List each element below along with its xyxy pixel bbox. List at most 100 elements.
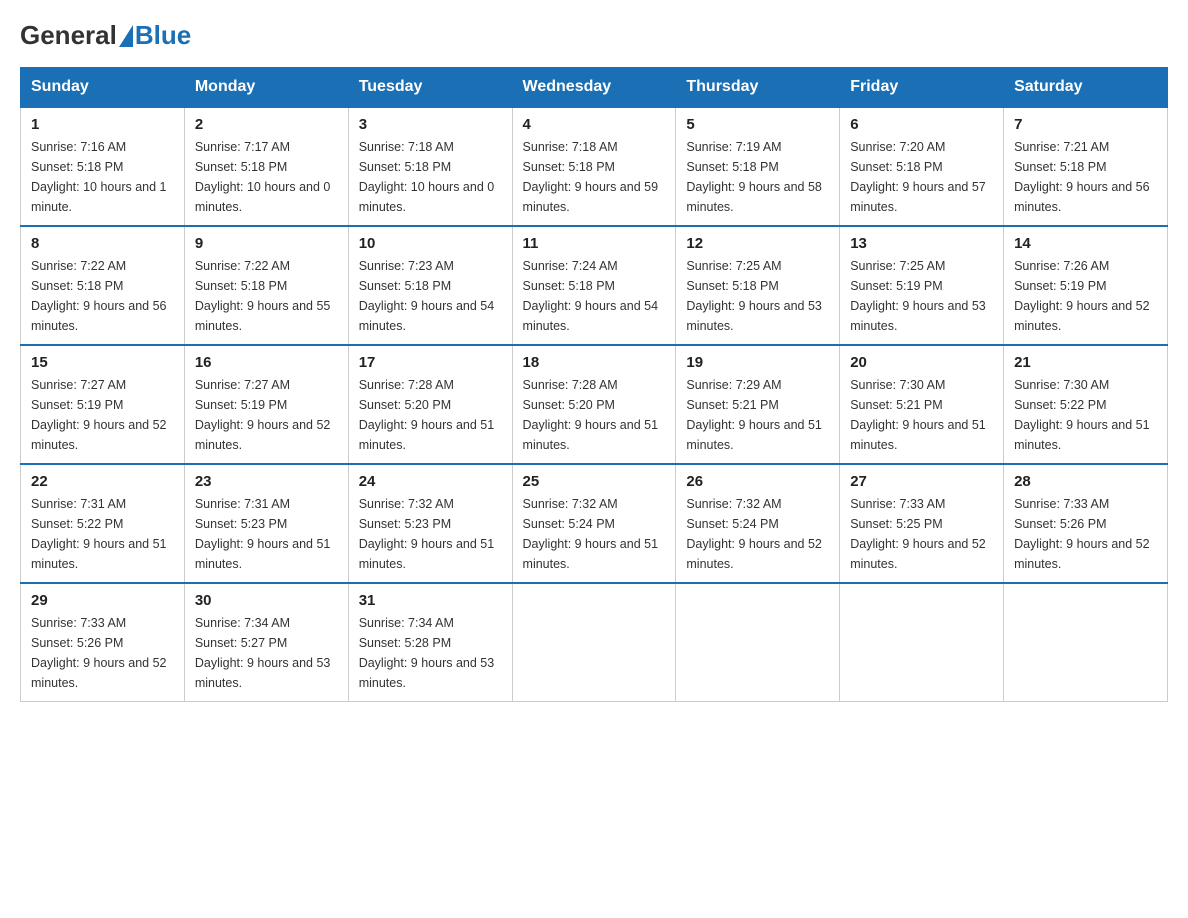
day-info: Sunrise: 7:32 AMSunset: 5:23 PMDaylight:… [359, 494, 502, 574]
calendar-cell: 26 Sunrise: 7:32 AMSunset: 5:24 PMDaylig… [676, 464, 840, 583]
week-row-5: 29 Sunrise: 7:33 AMSunset: 5:26 PMDaylig… [21, 583, 1168, 702]
day-info: Sunrise: 7:23 AMSunset: 5:18 PMDaylight:… [359, 256, 502, 336]
calendar-cell [1004, 583, 1168, 702]
calendar-cell [676, 583, 840, 702]
logo-general-text: General [20, 20, 117, 51]
day-info: Sunrise: 7:34 AMSunset: 5:27 PMDaylight:… [195, 613, 338, 693]
day-number: 14 [1014, 235, 1157, 252]
calendar-cell: 14 Sunrise: 7:26 AMSunset: 5:19 PMDaylig… [1004, 226, 1168, 345]
calendar-cell: 4 Sunrise: 7:18 AMSunset: 5:18 PMDayligh… [512, 107, 676, 226]
week-row-4: 22 Sunrise: 7:31 AMSunset: 5:22 PMDaylig… [21, 464, 1168, 583]
day-number: 3 [359, 116, 502, 133]
weekday-header-row: SundayMondayTuesdayWednesdayThursdayFrid… [21, 68, 1168, 108]
day-number: 5 [686, 116, 829, 133]
weekday-header-monday: Monday [184, 68, 348, 108]
day-number: 13 [850, 235, 993, 252]
day-number: 23 [195, 473, 338, 490]
calendar-cell: 5 Sunrise: 7:19 AMSunset: 5:18 PMDayligh… [676, 107, 840, 226]
day-info: Sunrise: 7:31 AMSunset: 5:22 PMDaylight:… [31, 494, 174, 574]
logo-triangle-icon [119, 25, 133, 47]
calendar-cell: 30 Sunrise: 7:34 AMSunset: 5:27 PMDaylig… [184, 583, 348, 702]
day-info: Sunrise: 7:24 AMSunset: 5:18 PMDaylight:… [523, 256, 666, 336]
day-info: Sunrise: 7:30 AMSunset: 5:21 PMDaylight:… [850, 375, 993, 455]
day-info: Sunrise: 7:18 AMSunset: 5:18 PMDaylight:… [359, 137, 502, 217]
day-number: 19 [686, 354, 829, 371]
logo-blue-text: Blue [135, 20, 191, 51]
day-number: 11 [523, 235, 666, 252]
calendar-cell: 18 Sunrise: 7:28 AMSunset: 5:20 PMDaylig… [512, 345, 676, 464]
calendar-cell: 20 Sunrise: 7:30 AMSunset: 5:21 PMDaylig… [840, 345, 1004, 464]
calendar-cell: 13 Sunrise: 7:25 AMSunset: 5:19 PMDaylig… [840, 226, 1004, 345]
day-number: 31 [359, 592, 502, 609]
day-info: Sunrise: 7:31 AMSunset: 5:23 PMDaylight:… [195, 494, 338, 574]
calendar-table: SundayMondayTuesdayWednesdayThursdayFrid… [20, 67, 1168, 702]
day-number: 25 [523, 473, 666, 490]
day-info: Sunrise: 7:25 AMSunset: 5:18 PMDaylight:… [686, 256, 829, 336]
calendar-cell: 6 Sunrise: 7:20 AMSunset: 5:18 PMDayligh… [840, 107, 1004, 226]
day-info: Sunrise: 7:16 AMSunset: 5:18 PMDaylight:… [31, 137, 174, 217]
day-info: Sunrise: 7:33 AMSunset: 5:26 PMDaylight:… [31, 613, 174, 693]
day-info: Sunrise: 7:26 AMSunset: 5:19 PMDaylight:… [1014, 256, 1157, 336]
day-info: Sunrise: 7:32 AMSunset: 5:24 PMDaylight:… [686, 494, 829, 574]
day-number: 12 [686, 235, 829, 252]
day-info: Sunrise: 7:34 AMSunset: 5:28 PMDaylight:… [359, 613, 502, 693]
calendar-cell: 2 Sunrise: 7:17 AMSunset: 5:18 PMDayligh… [184, 107, 348, 226]
day-number: 26 [686, 473, 829, 490]
calendar-cell: 19 Sunrise: 7:29 AMSunset: 5:21 PMDaylig… [676, 345, 840, 464]
day-info: Sunrise: 7:32 AMSunset: 5:24 PMDaylight:… [523, 494, 666, 574]
calendar-cell: 28 Sunrise: 7:33 AMSunset: 5:26 PMDaylig… [1004, 464, 1168, 583]
day-info: Sunrise: 7:28 AMSunset: 5:20 PMDaylight:… [523, 375, 666, 455]
day-info: Sunrise: 7:25 AMSunset: 5:19 PMDaylight:… [850, 256, 993, 336]
calendar-cell: 17 Sunrise: 7:28 AMSunset: 5:20 PMDaylig… [348, 345, 512, 464]
day-number: 10 [359, 235, 502, 252]
calendar-cell: 25 Sunrise: 7:32 AMSunset: 5:24 PMDaylig… [512, 464, 676, 583]
day-number: 9 [195, 235, 338, 252]
day-info: Sunrise: 7:18 AMSunset: 5:18 PMDaylight:… [523, 137, 666, 217]
calendar-cell: 15 Sunrise: 7:27 AMSunset: 5:19 PMDaylig… [21, 345, 185, 464]
calendar-cell [512, 583, 676, 702]
day-number: 21 [1014, 354, 1157, 371]
day-number: 7 [1014, 116, 1157, 133]
calendar-cell: 9 Sunrise: 7:22 AMSunset: 5:18 PMDayligh… [184, 226, 348, 345]
calendar-cell: 12 Sunrise: 7:25 AMSunset: 5:18 PMDaylig… [676, 226, 840, 345]
weekday-header-sunday: Sunday [21, 68, 185, 108]
calendar-cell: 1 Sunrise: 7:16 AMSunset: 5:18 PMDayligh… [21, 107, 185, 226]
day-number: 16 [195, 354, 338, 371]
day-number: 22 [31, 473, 174, 490]
calendar-cell: 11 Sunrise: 7:24 AMSunset: 5:18 PMDaylig… [512, 226, 676, 345]
weekday-header-tuesday: Tuesday [348, 68, 512, 108]
calendar-cell: 27 Sunrise: 7:33 AMSunset: 5:25 PMDaylig… [840, 464, 1004, 583]
weekday-header-saturday: Saturday [1004, 68, 1168, 108]
week-row-3: 15 Sunrise: 7:27 AMSunset: 5:19 PMDaylig… [21, 345, 1168, 464]
calendar-cell [840, 583, 1004, 702]
day-number: 20 [850, 354, 993, 371]
calendar-cell: 16 Sunrise: 7:27 AMSunset: 5:19 PMDaylig… [184, 345, 348, 464]
day-info: Sunrise: 7:17 AMSunset: 5:18 PMDaylight:… [195, 137, 338, 217]
day-info: Sunrise: 7:29 AMSunset: 5:21 PMDaylight:… [686, 375, 829, 455]
calendar-cell: 22 Sunrise: 7:31 AMSunset: 5:22 PMDaylig… [21, 464, 185, 583]
day-info: Sunrise: 7:22 AMSunset: 5:18 PMDaylight:… [195, 256, 338, 336]
page-header: General Blue [20, 20, 1168, 51]
day-info: Sunrise: 7:33 AMSunset: 5:26 PMDaylight:… [1014, 494, 1157, 574]
weekday-header-friday: Friday [840, 68, 1004, 108]
day-info: Sunrise: 7:19 AMSunset: 5:18 PMDaylight:… [686, 137, 829, 217]
day-info: Sunrise: 7:20 AMSunset: 5:18 PMDaylight:… [850, 137, 993, 217]
calendar-cell: 21 Sunrise: 7:30 AMSunset: 5:22 PMDaylig… [1004, 345, 1168, 464]
day-number: 4 [523, 116, 666, 133]
day-number: 24 [359, 473, 502, 490]
calendar-cell: 29 Sunrise: 7:33 AMSunset: 5:26 PMDaylig… [21, 583, 185, 702]
day-info: Sunrise: 7:30 AMSunset: 5:22 PMDaylight:… [1014, 375, 1157, 455]
calendar-cell: 10 Sunrise: 7:23 AMSunset: 5:18 PMDaylig… [348, 226, 512, 345]
weekday-header-wednesday: Wednesday [512, 68, 676, 108]
calendar-cell: 31 Sunrise: 7:34 AMSunset: 5:28 PMDaylig… [348, 583, 512, 702]
week-row-1: 1 Sunrise: 7:16 AMSunset: 5:18 PMDayligh… [21, 107, 1168, 226]
day-number: 17 [359, 354, 502, 371]
calendar-cell: 24 Sunrise: 7:32 AMSunset: 5:23 PMDaylig… [348, 464, 512, 583]
day-info: Sunrise: 7:21 AMSunset: 5:18 PMDaylight:… [1014, 137, 1157, 217]
day-number: 6 [850, 116, 993, 133]
day-number: 27 [850, 473, 993, 490]
day-number: 1 [31, 116, 174, 133]
logo: General Blue [20, 20, 191, 51]
day-info: Sunrise: 7:33 AMSunset: 5:25 PMDaylight:… [850, 494, 993, 574]
day-info: Sunrise: 7:28 AMSunset: 5:20 PMDaylight:… [359, 375, 502, 455]
